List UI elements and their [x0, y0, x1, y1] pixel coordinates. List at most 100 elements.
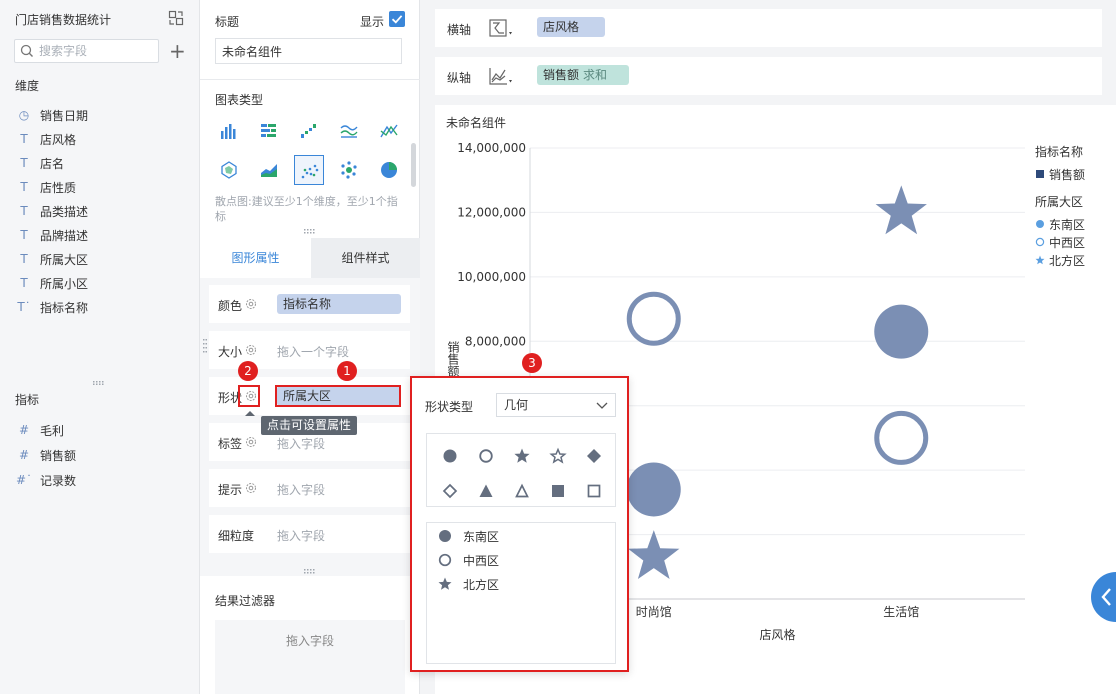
pie-chart-type[interactable] — [374, 155, 404, 185]
field-item[interactable]: T 所属小区 — [16, 273, 88, 293]
gear-icon[interactable] — [245, 482, 257, 494]
tooltip-drop-placeholder: 拖入字段 — [277, 483, 326, 497]
resize-handle[interactable] — [200, 229, 420, 235]
y-axis-type-icon[interactable] — [487, 65, 515, 87]
shape-mapping-list: 东南区 中西区 北方区 — [426, 522, 616, 664]
x-axis-field-pill[interactable]: 店风格 — [537, 17, 605, 37]
gear-icon[interactable] — [245, 298, 257, 310]
result-filter-dropzone[interactable]: 拖入字段 — [215, 620, 405, 694]
scatter-chart-type[interactable] — [294, 155, 324, 185]
hollow-triangle-shape[interactable] — [512, 481, 532, 501]
field-label: 店风格 — [40, 132, 77, 147]
bubble-chart-type[interactable] — [334, 155, 364, 185]
hash-formula-icon: #˙ — [16, 473, 33, 487]
x-tick-label: 生活馆 — [883, 604, 919, 619]
legend-item[interactable]: 北方区 — [1035, 251, 1115, 269]
resize-handle[interactable] — [200, 569, 420, 575]
component-name-input[interactable] — [215, 38, 402, 64]
label-drop-placeholder: 拖入字段 — [277, 437, 326, 451]
x-axis-type-icon[interactable] — [487, 17, 515, 39]
size-attr-row[interactable]: 大小 拖入一个字段 — [209, 331, 410, 369]
dimensions-heading: 维度 — [15, 79, 40, 93]
dataset-title: 门店销售数据统计 — [15, 13, 112, 27]
result-filter-label: 结果过滤器 — [215, 594, 276, 608]
chart-type-scrollbar[interactable] — [411, 143, 416, 187]
hollow-circle-shape[interactable] — [476, 446, 496, 466]
field-item[interactable]: T˙ 指标名称 — [16, 297, 88, 317]
bar-chart-type[interactable] — [214, 116, 244, 146]
config-panel: 标题 显示 图表类型 散点图:建议至少1个维度，至少1个指标 图形属性 组件样式 — [200, 0, 420, 694]
field-item[interactable]: T 品类描述 — [16, 201, 88, 221]
field-item[interactable]: ◷ 销售日期 — [16, 105, 88, 125]
legend-label: 销售额 — [1049, 167, 1086, 182]
legend-item[interactable]: 东南区 — [1035, 215, 1115, 233]
field-label: 品类描述 — [40, 204, 89, 219]
field-label: 销售额 — [40, 448, 77, 463]
drag-handle[interactable] — [203, 338, 207, 354]
hollow-star-shape[interactable] — [548, 446, 568, 466]
field-label: 店性质 — [40, 180, 77, 195]
shape-mapping-item[interactable]: 北方区 — [437, 574, 499, 594]
legend-group-title: 指标名称 — [1035, 145, 1084, 159]
legend-item[interactable]: 中西区 — [1035, 233, 1115, 251]
y-tick-label: 12,000,000 — [457, 205, 526, 219]
add-field-icon[interactable]: + — [169, 41, 186, 61]
legend-item[interactable]: 销售额 — [1035, 165, 1115, 183]
bar-chart-icon — [221, 124, 236, 139]
attr-tabs: 图形属性 组件样式 — [200, 238, 420, 278]
tab-component-style[interactable]: 组件样式 — [311, 238, 420, 278]
field-item[interactable]: T 所属大区 — [16, 249, 88, 269]
field-item[interactable]: T 店性质 — [16, 177, 76, 197]
y-axis-field-pill[interactable]: 销售额 求和 — [537, 65, 629, 85]
hollow-diamond-shape[interactable] — [440, 481, 460, 501]
field-item[interactable]: # 毛利 — [16, 420, 64, 440]
tooltip-attr-row[interactable]: 提示 拖入字段 — [209, 469, 410, 507]
stacked-bar-icon — [261, 124, 276, 137]
clock-icon: ◷ — [18, 108, 30, 122]
filled-circle-shape[interactable] — [440, 446, 460, 466]
switch-dataset-icon[interactable] — [168, 10, 184, 26]
gear-icon[interactable] — [245, 344, 257, 356]
color-field-pill[interactable]: 指标名称 — [277, 294, 401, 314]
shape-type-select[interactable]: 几何 — [496, 393, 616, 417]
area-chart-type[interactable] — [254, 155, 284, 185]
hollow-square-shape[interactable] — [584, 481, 604, 501]
field-item[interactable]: T 店风格 — [16, 129, 76, 149]
field-label: 店名 — [40, 156, 65, 171]
shape-mapping-item[interactable]: 东南区 — [437, 526, 499, 546]
text-icon: T — [20, 252, 28, 266]
shape-mapping-item[interactable]: 中西区 — [437, 550, 499, 570]
field-item[interactable]: #˙ 记录数 — [16, 470, 76, 490]
size-attr-label: 大小 — [218, 345, 243, 359]
filled-triangle-shape[interactable] — [476, 481, 496, 501]
collapse-panel-button[interactable] — [1091, 572, 1116, 622]
line-chart-type[interactable] — [334, 116, 364, 146]
combo-chart-type[interactable] — [374, 116, 404, 146]
settings-tooltip: 点击可设置属性 — [261, 416, 358, 435]
bubble-chart-icon — [341, 161, 357, 179]
field-item[interactable]: # 销售额 — [16, 445, 76, 465]
filled-circle-legend-icon — [1036, 220, 1044, 228]
star-legend-icon — [1035, 255, 1045, 265]
step-bar-chart-type[interactable] — [294, 116, 324, 146]
filled-star-shape[interactable] — [512, 446, 532, 466]
radar-chart-type[interactable] — [214, 155, 244, 185]
search-input[interactable] — [39, 42, 154, 60]
filled-diamond-shape[interactable] — [584, 446, 604, 466]
square-legend-icon — [1036, 170, 1044, 178]
resize-handle[interactable] — [92, 381, 106, 385]
field-item[interactable]: T 店名 — [16, 153, 64, 173]
text-icon: T — [20, 204, 28, 218]
gear-icon[interactable] — [245, 436, 257, 448]
field-item[interactable]: T 品牌描述 — [16, 225, 88, 245]
shape-settings-popup: 形状类型 几何 东南区 中西区 北方区 — [410, 376, 629, 672]
show-title-checkbox[interactable] — [389, 11, 405, 27]
filled-square-shape[interactable] — [548, 481, 568, 501]
tab-graphic-attrs[interactable]: 图形属性 — [200, 238, 311, 278]
stacked-bar-chart-type[interactable] — [254, 116, 284, 146]
divider — [200, 79, 420, 80]
granularity-attr-row[interactable]: 细粒度 拖入字段 — [209, 515, 410, 553]
y-axis-shelf: 纵轴 销售额 求和 — [435, 57, 1102, 95]
label-attr-label: 标签 — [218, 437, 243, 451]
field-label: 品牌描述 — [40, 228, 89, 243]
